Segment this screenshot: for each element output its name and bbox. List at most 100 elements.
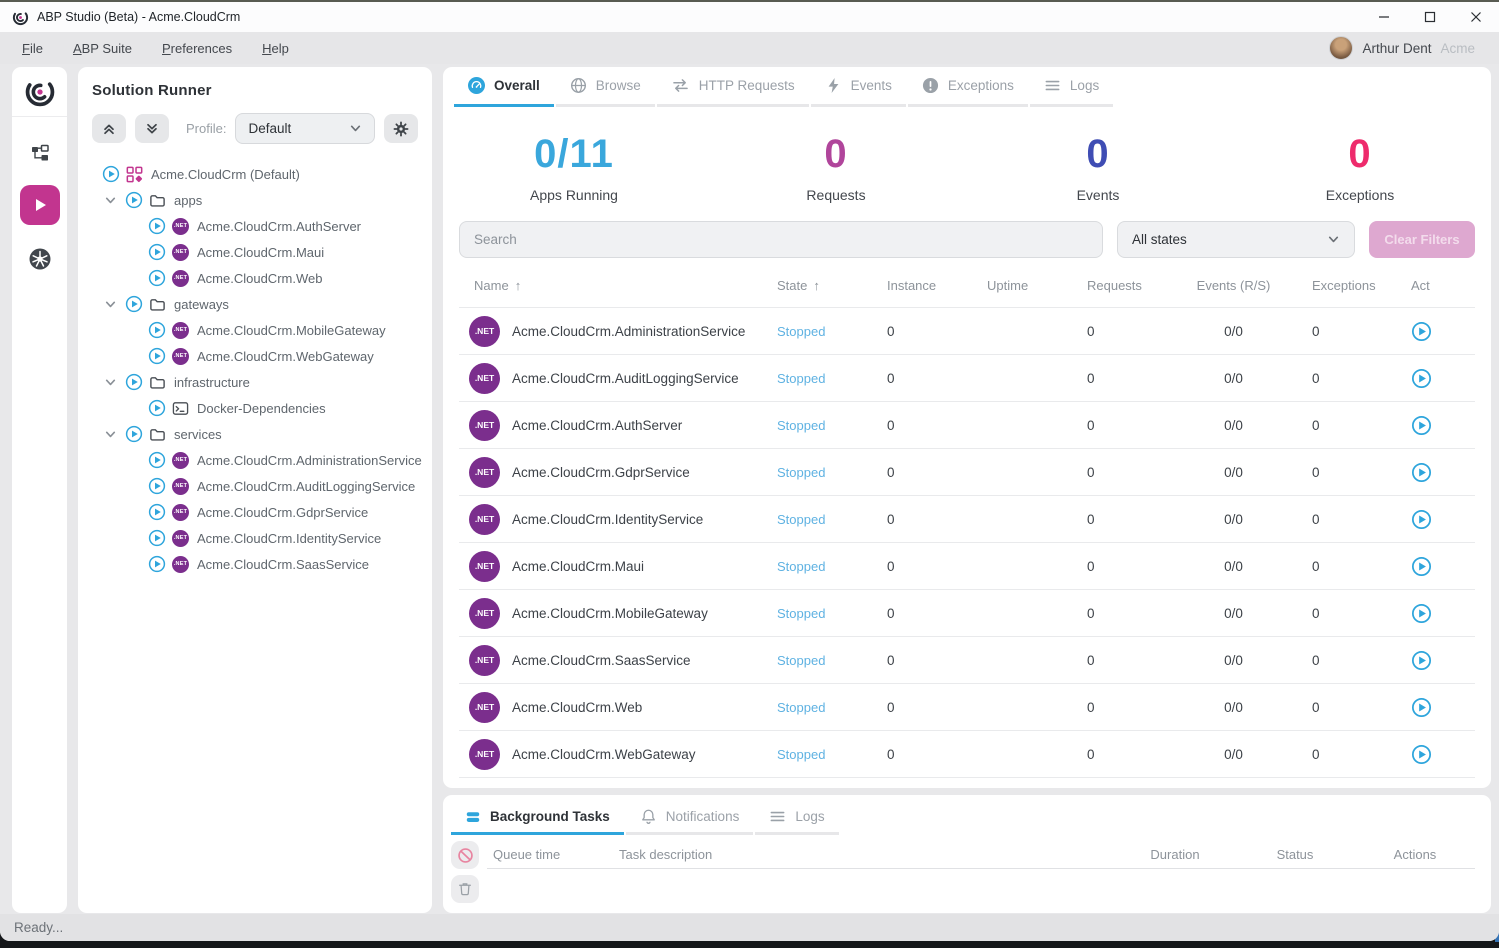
events-value: 0/0 (1171, 371, 1296, 386)
tree-item-folder[interactable]: infrastructure (92, 369, 418, 395)
runner-settings-button[interactable] (384, 114, 418, 143)
tab-http-requests[interactable]: HTTP Requests (657, 67, 809, 107)
state-filter-select[interactable]: All states (1117, 221, 1355, 258)
profile-value: Default (248, 121, 291, 136)
col-state[interactable]: State↑ (777, 278, 881, 293)
tree-item-app[interactable]: .NET Acme.CloudCrm.Web (92, 265, 418, 291)
col-instance[interactable]: Instance (881, 278, 981, 293)
maximize-button[interactable] (1407, 2, 1453, 32)
solution-runner-button[interactable] (20, 185, 60, 225)
tree-item-app[interactable]: .NET Acme.CloudCrm.Maui (92, 239, 418, 265)
start-app-button[interactable] (1411, 321, 1432, 342)
tab-exceptions[interactable]: Exceptions (908, 67, 1028, 107)
close-button[interactable] (1453, 2, 1499, 32)
tree-item-app[interactable]: .NET Acme.CloudCrm.IdentityService (92, 525, 418, 551)
profile-select[interactable]: Default (235, 113, 375, 144)
tree-item-app[interactable]: .NET Acme.CloudCrm.AuditLoggingService (92, 473, 418, 499)
tab-background-tasks[interactable]: Background Tasks (451, 801, 624, 835)
play-icon[interactable] (148, 503, 166, 521)
collapse-chevron-icon[interactable] (104, 194, 117, 207)
tree-item-docker[interactable]: Docker-Dependencies (92, 395, 418, 421)
start-app-button[interactable] (1411, 744, 1432, 765)
filter-row: All states Clear Filters (459, 221, 1475, 258)
start-app-button[interactable] (1411, 556, 1432, 577)
tree-item-folder[interactable]: services (92, 421, 418, 447)
user-area[interactable]: Arthur Dent Acme (1329, 36, 1499, 60)
start-app-button[interactable] (1411, 462, 1432, 483)
tab-events[interactable]: Events (811, 67, 906, 107)
clear-filters-button[interactable]: Clear Filters (1369, 221, 1475, 258)
tree-item-app[interactable]: .NET Acme.CloudCrm.SaasService (92, 551, 418, 577)
events-value: 0/0 (1171, 700, 1296, 715)
tree-item-app[interactable]: .NET Acme.CloudCrm.AdministrationService (92, 447, 418, 473)
dotnet-icon: .NET (172, 504, 189, 521)
tab-overall[interactable]: Overall (454, 67, 554, 107)
tree-item-app[interactable]: .NET Acme.CloudCrm.AuthServer (92, 213, 418, 239)
col-requests[interactable]: Requests (1081, 278, 1171, 293)
play-icon[interactable] (125, 373, 143, 391)
tab-logs[interactable]: Logs (1030, 67, 1113, 107)
play-icon[interactable] (148, 321, 166, 339)
avatar (1329, 36, 1353, 60)
dotnet-icon: .NET (469, 316, 500, 347)
start-app-button[interactable] (1411, 697, 1432, 718)
collapse-chevron-icon[interactable] (104, 298, 117, 311)
clear-tasks-button[interactable] (451, 875, 479, 903)
cancel-tasks-button[interactable] (451, 841, 479, 869)
kubernetes-icon[interactable] (28, 247, 52, 271)
start-app-button[interactable] (1411, 650, 1432, 671)
col-events[interactable]: Events (R/S) (1171, 278, 1296, 293)
tree-item-folder[interactable]: apps (92, 187, 418, 213)
prohibit-icon (457, 847, 474, 864)
play-icon[interactable] (148, 451, 166, 469)
collapse-chevron-icon[interactable] (104, 376, 117, 389)
menu-abp-suite[interactable]: ABP Suite (73, 41, 132, 56)
play-icon[interactable] (148, 347, 166, 365)
col-name[interactable]: Name↑ (459, 278, 777, 293)
play-icon[interactable] (148, 269, 166, 287)
col-exceptions[interactable]: Exceptions (1296, 278, 1399, 293)
menu-preferences[interactable]: Preferences (162, 41, 232, 56)
start-app-button[interactable] (1411, 509, 1432, 530)
start-app-button[interactable] (1411, 368, 1432, 389)
play-icon[interactable] (148, 529, 166, 547)
start-app-button[interactable] (1411, 603, 1432, 624)
tree-item-app[interactable]: .NET Acme.CloudCrm.WebGateway (92, 343, 418, 369)
menu-help[interactable]: Help (262, 41, 289, 56)
play-icon[interactable] (148, 555, 166, 573)
table-row: .NETAcme.CloudCrm.AuditLoggingService St… (459, 355, 1475, 402)
play-icon[interactable] (102, 165, 120, 183)
requests-value: 0 (1081, 606, 1171, 621)
bottom-panel: Background Tasks Notifications Logs (443, 795, 1491, 913)
collapse-all-button[interactable] (92, 114, 126, 143)
folder-icon (149, 374, 166, 391)
tree-item-app[interactable]: .NET Acme.CloudCrm.MobileGateway (92, 317, 418, 343)
service-name: Acme.CloudCrm.AuthServer (512, 418, 682, 433)
tab-browse[interactable]: Browse (556, 67, 655, 107)
app-window: ABP Studio (Beta) - Acme.CloudCrm File A… (0, 2, 1499, 941)
tab-bottom-logs[interactable]: Logs (755, 801, 838, 835)
tree-item-root[interactable]: Acme.CloudCrm (Default) (92, 161, 418, 187)
instance-value: 0 (881, 512, 981, 527)
expand-all-button[interactable] (135, 114, 169, 143)
play-icon[interactable] (148, 243, 166, 261)
menu-file[interactable]: File (22, 41, 43, 56)
tree-item-folder[interactable]: gateways (92, 291, 418, 317)
stat-exceptions: 0 Exceptions (1229, 131, 1491, 203)
bottom-tabs: Background Tasks Notifications Logs (443, 801, 1491, 835)
tree-item-app[interactable]: .NET Acme.CloudCrm.GdprService (92, 499, 418, 525)
search-input[interactable] (459, 221, 1103, 258)
play-icon[interactable] (125, 191, 143, 209)
collapse-chevron-icon[interactable] (104, 428, 117, 441)
col-uptime[interactable]: Uptime (981, 278, 1081, 293)
solution-explorer-icon[interactable] (30, 143, 50, 163)
play-icon[interactable] (148, 399, 166, 417)
minimize-button[interactable] (1361, 2, 1407, 32)
start-app-button[interactable] (1411, 415, 1432, 436)
tasks-table: Queue time Task description Duration Sta… (487, 841, 1475, 913)
play-icon[interactable] (125, 295, 143, 313)
tab-notifications[interactable]: Notifications (626, 801, 754, 835)
play-icon[interactable] (148, 217, 166, 235)
play-icon[interactable] (148, 477, 166, 495)
play-icon[interactable] (125, 425, 143, 443)
